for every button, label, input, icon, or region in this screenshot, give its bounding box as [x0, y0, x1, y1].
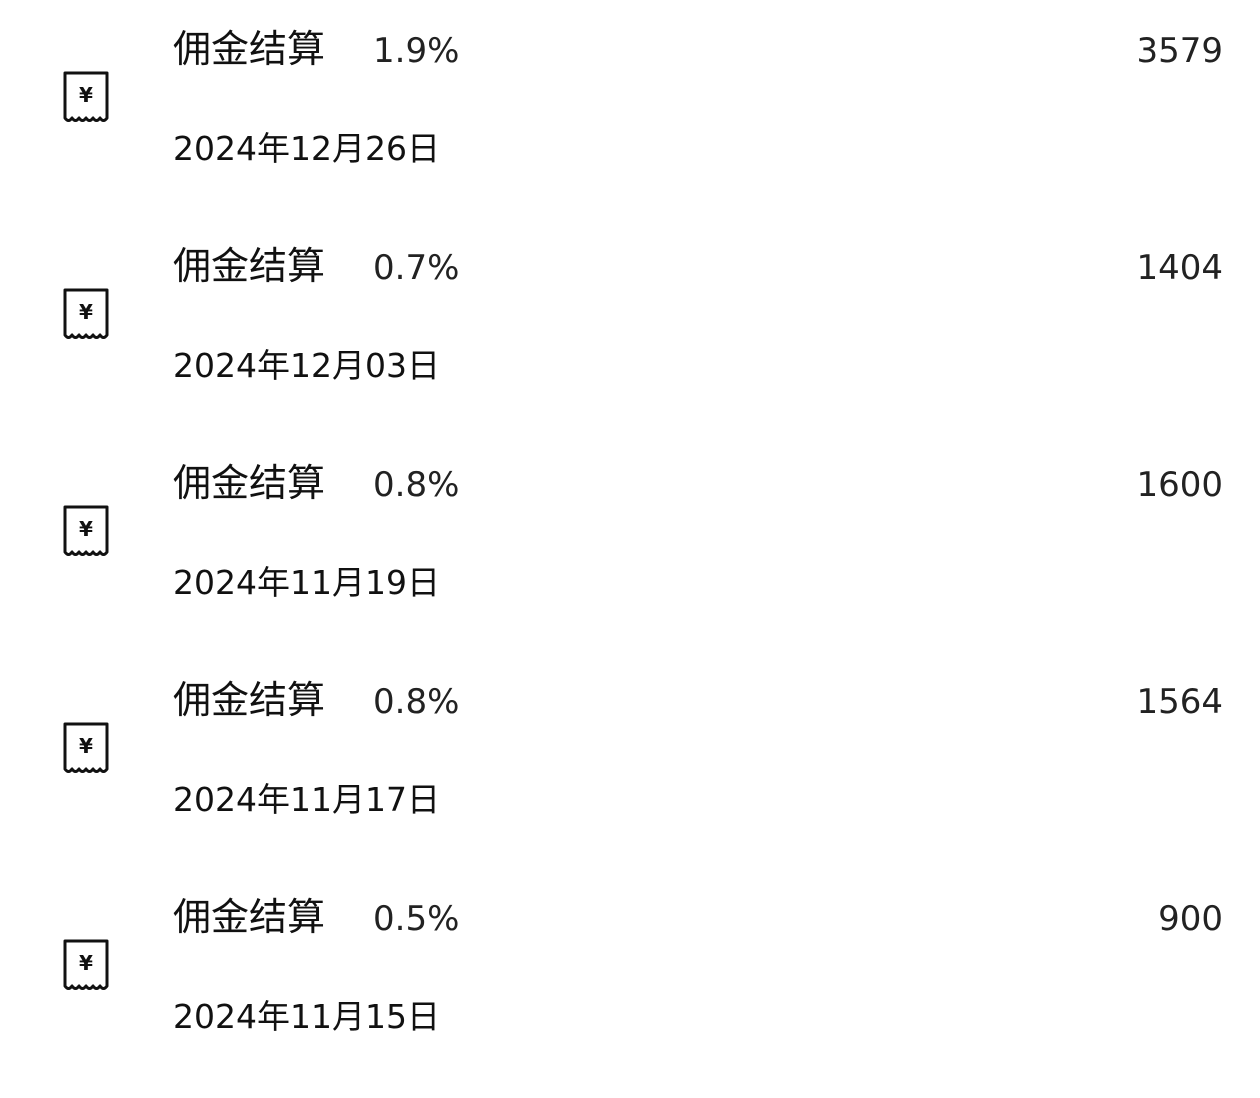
transaction-amount: 1600	[1136, 465, 1223, 505]
receipt-yuan-icon: ¥	[62, 504, 110, 560]
transaction-title: 佣金结算	[173, 244, 326, 288]
transaction-row[interactable]: ¥ 佣金结算 0.7% 1404 2024年12月03日	[0, 217, 1260, 434]
receipt-yuan-icon: ¥	[62, 721, 110, 777]
transaction-list: ¥ 佣金结算 1.9% 3579 2024年12月26日 ¥ 佣金结算 0.7%…	[0, 0, 1260, 1085]
receipt-yuan-icon: ¥	[62, 287, 110, 343]
transaction-row[interactable]: ¥ 佣金结算 0.5% 900 2024年11月15日	[0, 868, 1260, 1085]
svg-text:¥: ¥	[79, 83, 93, 107]
commission-rate: 0.7%	[373, 248, 460, 288]
commission-rate: 0.8%	[373, 682, 460, 722]
receipt-yuan-icon: ¥	[62, 70, 110, 126]
svg-text:¥: ¥	[79, 734, 93, 758]
transaction-amount: 1564	[1136, 682, 1223, 722]
commission-rate: 1.9%	[373, 31, 460, 71]
transaction-amount: 900	[1158, 899, 1223, 939]
transaction-row[interactable]: ¥ 佣金结算 1.9% 3579 2024年12月26日	[0, 0, 1260, 217]
transaction-date: 2024年12月03日	[173, 346, 440, 385]
transaction-date: 2024年11月17日	[173, 780, 440, 819]
transaction-title: 佣金结算	[173, 461, 326, 505]
receipt-yuan-icon: ¥	[62, 938, 110, 994]
commission-rate: 0.5%	[373, 899, 460, 939]
commission-rate: 0.8%	[373, 465, 460, 505]
transaction-title: 佣金结算	[173, 678, 326, 722]
svg-text:¥: ¥	[79, 951, 93, 975]
transaction-date: 2024年12月26日	[173, 129, 440, 168]
transaction-amount: 3579	[1136, 31, 1223, 71]
transaction-date: 2024年11月19日	[173, 563, 440, 602]
transaction-title: 佣金结算	[173, 27, 326, 71]
transaction-title: 佣金结算	[173, 895, 326, 939]
transaction-amount: 1404	[1136, 248, 1223, 288]
transaction-row[interactable]: ¥ 佣金结算 0.8% 1564 2024年11月17日	[0, 651, 1260, 868]
svg-text:¥: ¥	[79, 300, 93, 324]
transaction-row[interactable]: ¥ 佣金结算 0.8% 1600 2024年11月19日	[0, 434, 1260, 651]
transaction-date: 2024年11月15日	[173, 997, 440, 1036]
svg-text:¥: ¥	[79, 517, 93, 541]
